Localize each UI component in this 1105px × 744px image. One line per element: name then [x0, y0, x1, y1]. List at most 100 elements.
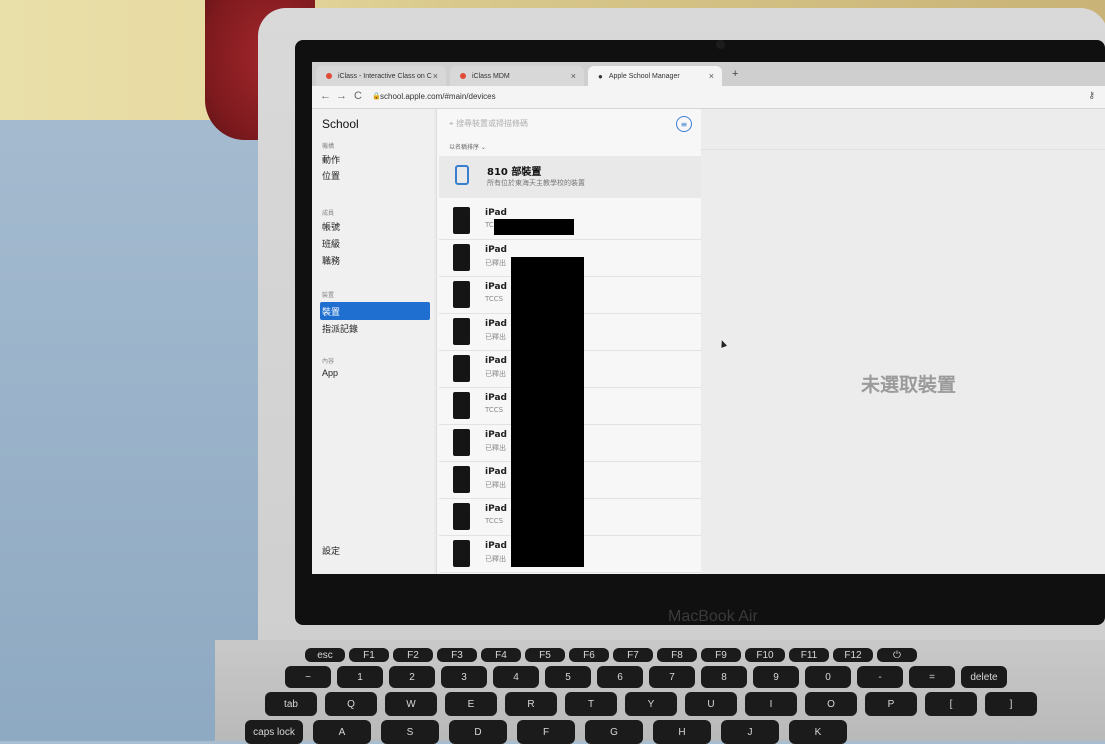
keyboard-key[interactable]: F9 [701, 648, 741, 662]
tab-iclass[interactable]: iClass - Interactive Class on C × [316, 66, 446, 86]
sidebar-item-activity[interactable]: 動作 [322, 153, 340, 166]
keyboard-key[interactable]: 5 [545, 666, 591, 688]
tab-iclass-mdm[interactable]: iClass MDM × [450, 66, 584, 86]
keyboard-key[interactable]: S [381, 720, 439, 744]
favicon-icon [460, 73, 466, 79]
sidebar-item-assignment-history[interactable]: 指派記錄 [322, 322, 358, 335]
keyboard-key[interactable]: 0 [805, 666, 851, 688]
keyboard-key[interactable]: G [585, 720, 643, 744]
keyboard-key[interactable]: delete [961, 666, 1007, 688]
sidebar-item-locations[interactable]: 位置 [322, 169, 340, 182]
keyboard-key[interactable]: Q [325, 692, 377, 716]
keyboard-key[interactable]: U [685, 692, 737, 716]
keyboard-key[interactable]: 7 [649, 666, 695, 688]
keyboard-key[interactable]: 4 [493, 666, 539, 688]
keyboard-key[interactable]: E [445, 692, 497, 716]
keyboard-key[interactable]: = [909, 666, 955, 688]
keyboard-key[interactable]: ] [985, 692, 1037, 716]
close-icon[interactable]: × [433, 71, 438, 81]
keyboard-key[interactable]: 6 [597, 666, 643, 688]
keyboard-key[interactable]: 2 [389, 666, 435, 688]
sort-dropdown[interactable]: 以名稱排序 ⌄ [449, 142, 486, 151]
keyboard-key[interactable]: 9 [753, 666, 799, 688]
favicon-icon [326, 73, 332, 79]
address-bar: ← → C 🔒 school.apple.com/#main/devices ⚷ [312, 86, 1105, 109]
keyboard-key[interactable]: F7 [613, 648, 653, 662]
sidebar-item-apps[interactable]: App [322, 368, 338, 378]
new-tab-button[interactable]: + [732, 68, 738, 80]
device-status: 已釋出 [485, 370, 506, 378]
tab-title: iClass MDM [472, 72, 510, 80]
section-header: 機構 [322, 143, 335, 150]
keyboard-key[interactable]: T [565, 692, 617, 716]
device-name: iPad [485, 245, 507, 255]
keyboard-key[interactable]: A [313, 720, 371, 744]
ipad-icon [453, 318, 470, 345]
device-status: 已釋出 [485, 481, 506, 489]
close-icon[interactable]: × [709, 71, 714, 81]
keyboard-key[interactable]: H [653, 720, 711, 744]
keyboard-key[interactable]: P [865, 692, 917, 716]
keyboard-key[interactable]: D [449, 720, 507, 744]
keyboard-key[interactable]: F1 [349, 648, 389, 662]
tab-title: Apple School Manager [608, 72, 680, 80]
keyboard-key[interactable]: F2 [393, 648, 433, 662]
laptop-brand: MacBook Air [668, 608, 758, 625]
section-header: 內容 [322, 358, 335, 365]
ipad-icon [455, 165, 469, 185]
keyboard-key[interactable]: [ [925, 692, 977, 716]
keyboard-key[interactable]: F3 [437, 648, 477, 662]
key-icon[interactable]: ⚷ [1088, 91, 1095, 101]
tab-apple-school-manager[interactable]: ● Apple School Manager × [588, 66, 722, 86]
camera-icon [716, 40, 725, 49]
ipad-icon [453, 355, 470, 382]
keyboard-key[interactable]: F [517, 720, 575, 744]
close-icon[interactable]: × [571, 71, 576, 81]
keyboard-key[interactable]: F4 [481, 648, 521, 662]
device-summary[interactable]: 810 部裝置 所有位於東海天主教學校的裝置 [439, 156, 701, 198]
device-status: 已釋出 [485, 555, 506, 563]
device-name: iPad [485, 282, 507, 292]
keyboard-key[interactable]: K [789, 720, 847, 744]
keyboard-key[interactable]: ~ [285, 666, 331, 688]
settings-link[interactable]: 設定 [322, 544, 340, 557]
url-field[interactable]: school.apple.com/#main/devices [380, 92, 496, 101]
keyboard-key[interactable]: F5 [525, 648, 565, 662]
keyboard-key[interactable]: F10 [745, 648, 785, 662]
keyboard-key[interactable]: 8 [701, 666, 747, 688]
keyboard-key[interactable]: caps lock [245, 720, 303, 744]
keyboard-key[interactable]: 1 [337, 666, 383, 688]
filter-icon[interactable]: ≡ [676, 116, 692, 132]
keyboard-key[interactable]: R [505, 692, 557, 716]
keyboard-key[interactable]: I [745, 692, 797, 716]
keyboard-key[interactable]: F12 [833, 648, 873, 662]
device-name: iPad [485, 467, 507, 477]
sidebar-item-devices[interactable]: 裝置 [322, 305, 340, 318]
keyboard-key[interactable]: tab [265, 692, 317, 716]
search-placeholder: 搜尋裝置或掃描條碼 [456, 119, 529, 128]
device-status: 已釋出 [485, 444, 506, 452]
tab-title: iClass - Interactive Class on C [338, 72, 432, 80]
keyboard-key[interactable]: ⏻ [877, 648, 917, 662]
sidebar-item-roles[interactable]: 職務 [322, 254, 340, 267]
reload-icon[interactable]: C [354, 90, 362, 102]
sidebar-item-classes[interactable]: 班級 [322, 237, 340, 250]
ipad-icon [453, 244, 470, 271]
keyboard-key[interactable]: - [857, 666, 903, 688]
keyboard-key[interactable]: esc [305, 648, 345, 662]
keyboard-key[interactable]: W [385, 692, 437, 716]
keyboard-key[interactable]: J [721, 720, 779, 744]
keyboard-key[interactable]: F11 [789, 648, 829, 662]
back-icon[interactable]: ← [320, 90, 331, 102]
forward-icon[interactable]: → [336, 90, 347, 102]
apple-icon: ● [598, 71, 603, 81]
device-summary-subtitle: 所有位於東海天主教學校的裝置 [487, 179, 585, 187]
keyboard-key[interactable]: 3 [441, 666, 487, 688]
sidebar-item-accounts[interactable]: 帳號 [322, 220, 340, 233]
search-input[interactable]: ⌖ 搜尋裝置或掃描條碼 [449, 118, 528, 129]
keyboard-key[interactable]: F6 [569, 648, 609, 662]
keyboard-key[interactable]: O [805, 692, 857, 716]
keyboard-key[interactable]: F8 [657, 648, 697, 662]
device-status: 已釋出 [485, 333, 506, 341]
keyboard-key[interactable]: Y [625, 692, 677, 716]
